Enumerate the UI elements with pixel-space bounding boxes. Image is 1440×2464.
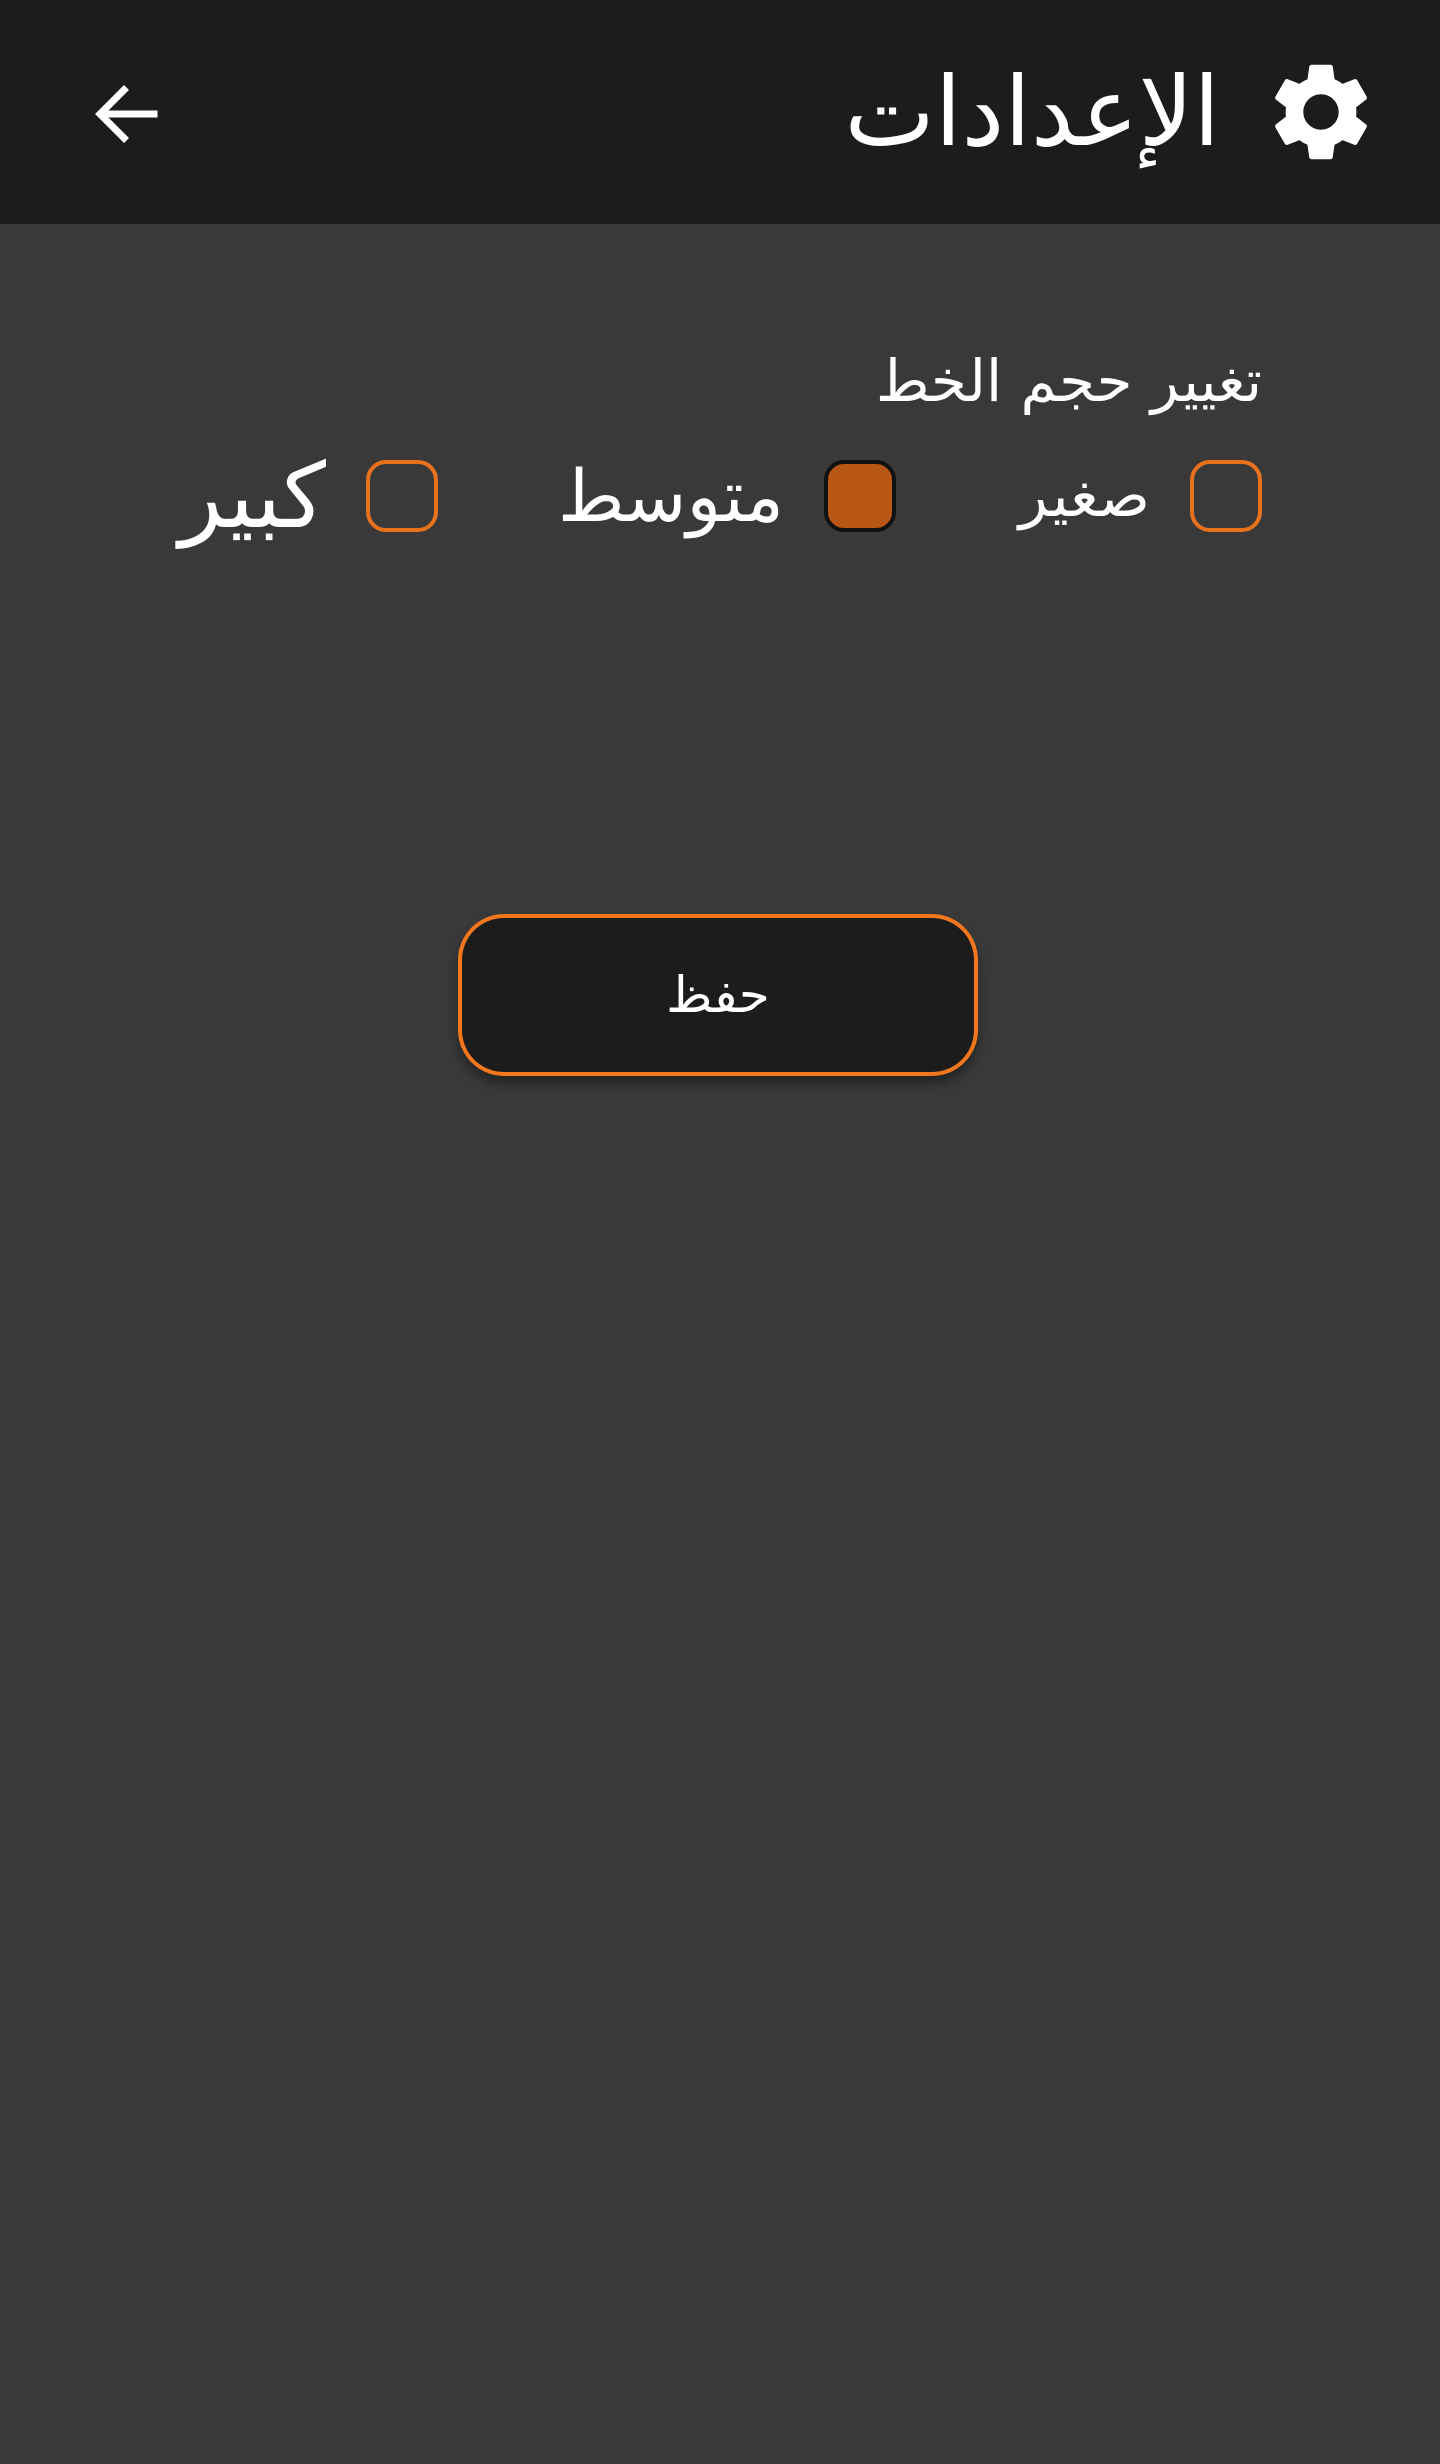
- font-size-option-medium[interactable]: متوسط: [558, 448, 896, 544]
- option-label-large: كبير: [179, 443, 326, 549]
- back-button[interactable]: [80, 66, 176, 162]
- checkbox-large[interactable]: [366, 460, 438, 532]
- page-title: الإعدادات: [844, 56, 1220, 168]
- font-size-label: تغيير حجم الخط: [875, 347, 1262, 415]
- option-label-small: صغير: [1018, 461, 1150, 531]
- font-size-option-large[interactable]: كبير: [179, 444, 438, 549]
- checkbox-medium[interactable]: [824, 460, 896, 532]
- title-group: الإعدادات: [844, 44, 1380, 180]
- option-label-medium: متوسط: [557, 454, 784, 538]
- font-size-option-small[interactable]: صغير: [1019, 448, 1262, 544]
- app-bar: الإعدادات: [0, 0, 1440, 224]
- checkbox-small[interactable]: [1190, 460, 1262, 532]
- arrow-left-icon: [95, 85, 158, 143]
- gear-icon: [1262, 53, 1380, 171]
- save-button[interactable]: حفظ: [458, 914, 978, 1076]
